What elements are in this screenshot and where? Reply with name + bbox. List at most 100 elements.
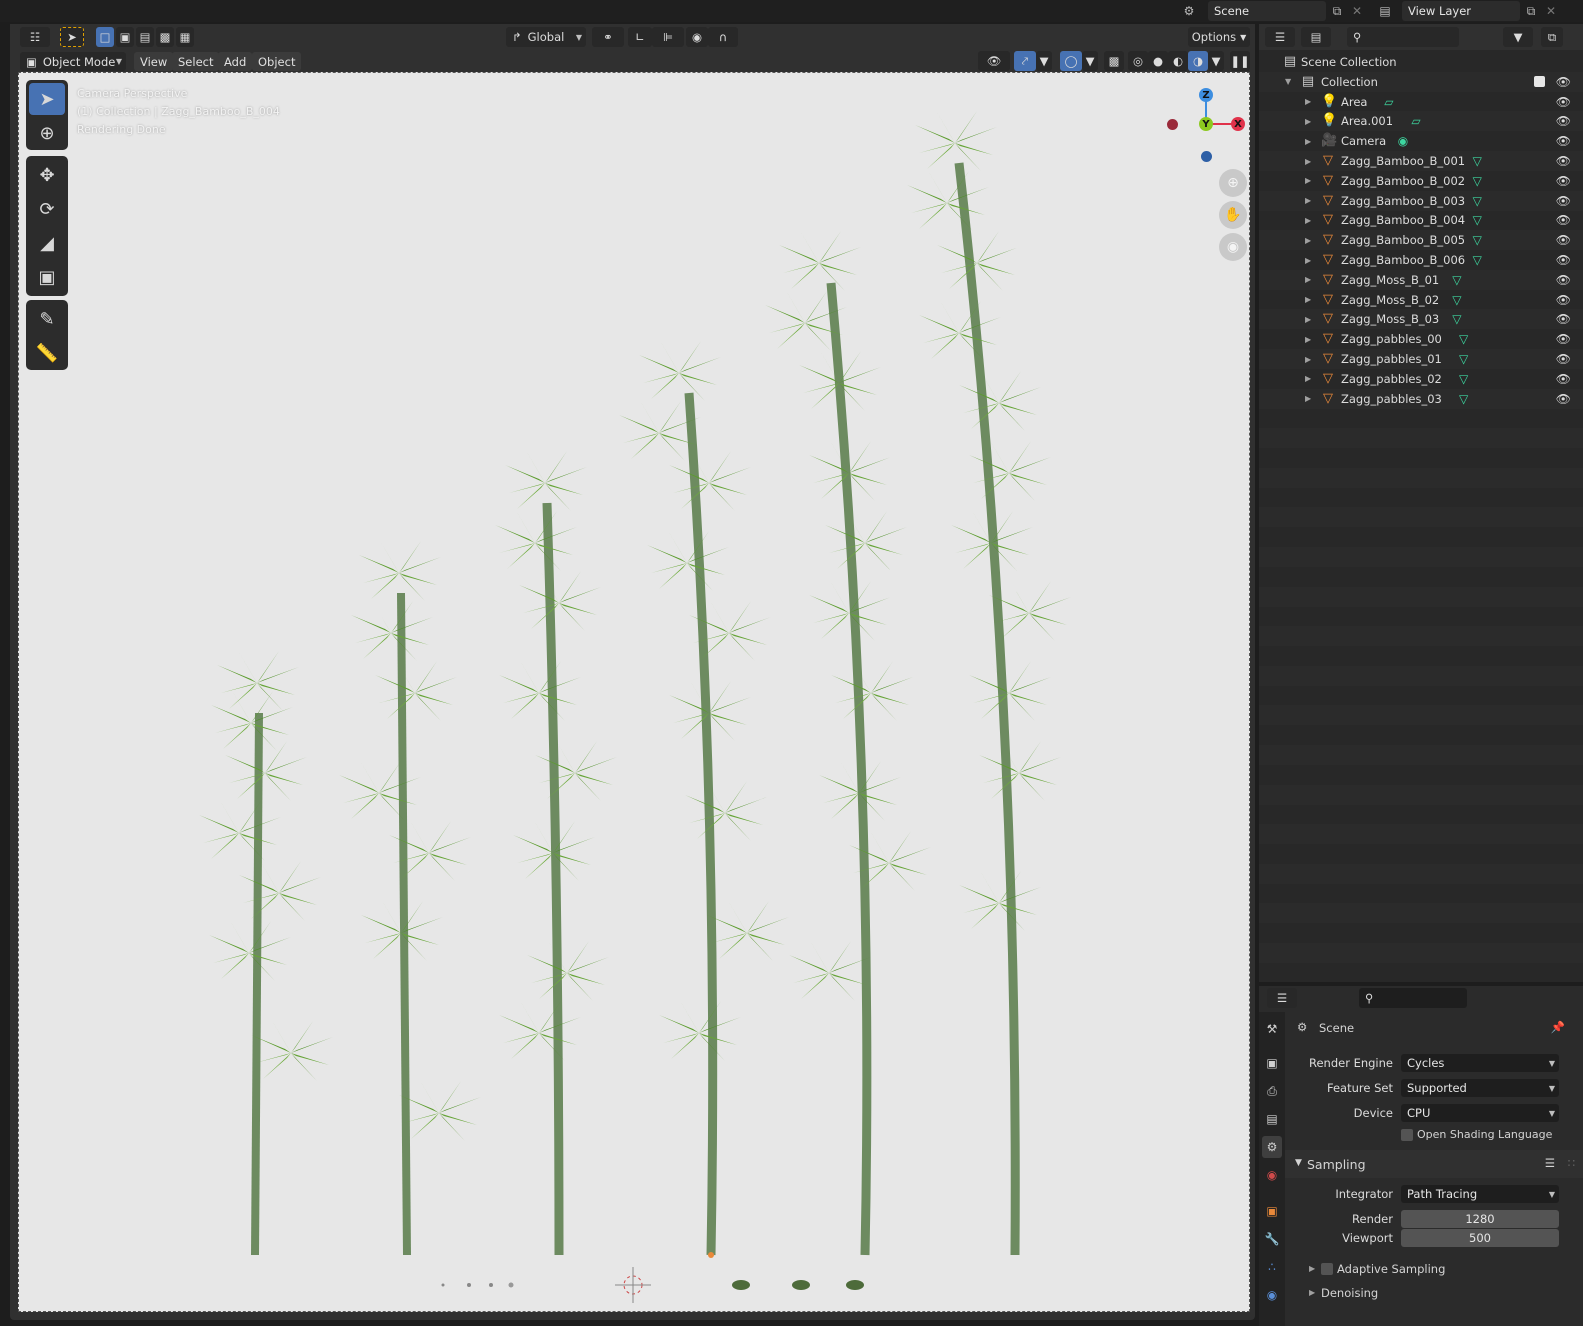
mesh-data-icon[interactable]: ▽ [1473,154,1482,168]
proportional-edit-toggle[interactable]: ◉ [686,27,708,47]
select-mode-new-icon[interactable]: □ [96,27,114,47]
mesh-data-icon[interactable]: ▽ [1459,392,1468,406]
collection-row[interactable]: ▼ ▤ Collection 👁 [1259,72,1583,92]
neg-z-axis-handle[interactable] [1201,151,1212,162]
pin-icon[interactable]: 📌 [1551,1020,1565,1034]
outliner-item-row[interactable]: ▶ ▽ Zagg_Bamboo_B_004 ▽ 👁 [1259,210,1583,230]
mesh-data-icon[interactable]: ▽ [1452,312,1461,326]
viewport-samples-field[interactable]: 500 [1401,1229,1559,1247]
exclude-checkbox[interactable] [1534,76,1545,88]
close-scene-icon[interactable]: ✕ [1348,2,1366,20]
presets-list-icon[interactable]: ☰ [1545,1156,1555,1170]
scene-collection-row[interactable]: ▤ Scene Collection [1259,52,1583,72]
select-box-tool-icon[interactable]: ➤ [29,83,65,115]
object-mode-dropdown[interactable]: ▣ Object Mode ▼ [20,52,126,71]
shading-wireframe-icon[interactable]: ◎ [1128,51,1148,71]
eye-icon[interactable]: 👁 [1556,213,1571,227]
expand-triangle-icon[interactable]: ▶ [1305,117,1311,126]
editor-type-button[interactable]: ☷ [20,27,50,47]
expand-triangle-icon[interactable]: ▶ [1305,355,1311,364]
outliner-item-row[interactable]: ▶ ▽ Zagg_pabbles_00 ▽ 👁 [1259,329,1583,349]
expand-triangle-icon[interactable]: ▶ [1305,236,1311,245]
transform-orientation-dropdown[interactable]: ↱ Global ▼ [506,27,586,47]
adaptive-sampling-checkbox[interactable] [1321,1263,1333,1275]
outliner-item-row[interactable]: ▶ ▽ Zagg_Bamboo_B_005 ▽ 👁 [1259,230,1583,250]
mesh-data-icon[interactable]: ▽ [1459,352,1468,366]
move-tool-icon[interactable]: ✥ [29,159,65,191]
outliner-item-row[interactable]: ▶ ▽ Zagg_pabbles_02 ▽ 👁 [1259,369,1583,389]
modifier-tab-icon[interactable]: 🔧 [1262,1228,1282,1250]
denoising-label[interactable]: Denoising [1321,1286,1378,1300]
viewport-canvas[interactable]: Camera Perspective (1) Collection | Zagg… [18,72,1250,1312]
outliner-item-row[interactable]: ▶ ▽ Zagg_Bamboo_B_001 ▽ 👁 [1259,151,1583,171]
eye-icon[interactable]: 👁 [1556,253,1571,267]
scene-icon[interactable]: ⚙ [1180,2,1198,20]
pivot-point-dropdown[interactable]: ⚭ [592,27,624,47]
pause-render-button[interactable]: ❚❚ [1230,51,1250,71]
measure-tool-icon[interactable]: 📏 [29,337,65,369]
device-dropdown[interactable]: CPU ▼ [1401,1104,1559,1122]
eye-icon[interactable]: 👁 [1556,293,1571,307]
select-mode-invert-icon[interactable]: ▩ [156,27,174,47]
z-axis-handle[interactable]: Z [1199,88,1213,102]
eye-icon[interactable]: 👁 [1556,312,1571,326]
expand-triangle-icon[interactable]: ▼ [1285,77,1291,86]
outliner-item-row[interactable]: ▶ 💡 Area ▱ 👁 [1259,92,1583,112]
annotate-tool-icon[interactable]: ✎ [29,303,65,335]
eye-icon[interactable]: 👁 [1556,352,1571,366]
x-axis-handle[interactable]: X [1231,117,1245,131]
eye-icon[interactable]: 👁 [1556,114,1571,128]
expand-triangle-icon[interactable]: ▶ [1305,137,1311,146]
outliner-editor-type-button[interactable]: ☰ [1265,27,1295,47]
outliner-item-row[interactable]: ▶ ▽ Zagg_Bamboo_B_006 ▽ 👁 [1259,250,1583,270]
new-collection-icon[interactable]: ⧉ [1541,27,1563,47]
pan-hand-icon[interactable]: ✋ [1219,201,1247,229]
select-mode-extend-icon[interactable]: ▣ [116,27,134,47]
view-layer-selector[interactable]: View Layer [1402,1,1520,21]
transform-tool-icon[interactable]: ▣ [29,261,65,293]
cursor-tool-icon[interactable]: ⊕ [29,117,65,149]
visibility-dropdown[interactable]: 👁 [978,51,1010,71]
outliner-item-row[interactable]: ▶ 💡 Area.001 ▱ 👁 [1259,111,1583,131]
gizmo-toggle[interactable]: ⤤ [1014,51,1036,71]
outliner-item-row[interactable]: ▶ ▽ Zagg_Moss_B_01 ▽ 👁 [1259,270,1583,290]
eye-icon[interactable]: 👁 [1556,392,1571,406]
drag-handle-icon[interactable]: ∷ [1568,1156,1575,1170]
feature-set-dropdown[interactable]: Supported ▼ [1401,1079,1559,1097]
expand-triangle-icon[interactable]: ▶ [1305,275,1311,284]
display-mode-dropdown[interactable]: ▤ [1301,27,1331,47]
expand-triangle-icon[interactable]: ▶ [1305,176,1311,185]
eye-icon[interactable]: 👁 [1556,332,1571,346]
expand-triangle-icon[interactable]: ▶ [1305,394,1311,403]
outliner-item-row[interactable]: ▶ ▽ Zagg_pabbles_01 ▽ 👁 [1259,349,1583,369]
menu-object[interactable]: Object [252,52,302,71]
scene-selector[interactable]: Scene [1208,1,1326,21]
output-tab-icon[interactable]: ⎙ [1262,1080,1282,1102]
menu-select[interactable]: Select [172,52,220,71]
sampling-section-header[interactable]: ▼ Sampling ☰ ∷ [1285,1150,1583,1178]
camera-data-icon[interactable]: ◉ [1398,134,1408,148]
mesh-data-icon[interactable]: ▽ [1459,332,1468,346]
shading-solid-icon[interactable]: ● [1148,51,1168,71]
expand-triangle-icon[interactable]: ▶ [1305,256,1311,265]
integrator-dropdown[interactable]: Path Tracing ▼ [1401,1185,1559,1203]
outliner-item-row[interactable]: ▶ ▽ Zagg_pabbles_03 ▽ 👁 [1259,389,1583,409]
new-view-layer-icon[interactable]: ⧉ [1522,2,1540,20]
proportional-falloff-dropdown[interactable]: ∩ [708,27,738,47]
expand-triangle-icon[interactable]: ▶ [1305,97,1311,106]
mesh-data-icon[interactable]: ▽ [1473,213,1482,227]
options-dropdown[interactable]: Options ▼ [1188,27,1250,47]
mesh-data-icon[interactable]: ▽ [1459,372,1468,386]
filter-dropdown[interactable]: ▼ [1503,27,1533,47]
select-mode-subtract-icon[interactable]: ▤ [136,27,154,47]
render-tab-icon[interactable]: ▣ [1262,1052,1282,1074]
properties-search-field[interactable]: ⚲ [1359,988,1467,1008]
snap-target-dropdown[interactable]: ⊫ [652,27,684,47]
mesh-data-icon[interactable]: ▽ [1473,233,1482,247]
physics-tab-icon[interactable]: ◉ [1262,1284,1282,1306]
outliner-search-field[interactable]: ⚲ [1347,27,1459,47]
menu-add[interactable]: Add [218,52,253,71]
overlays-dropdown[interactable]: ▼ [1082,51,1098,71]
mesh-data-icon[interactable]: ▽ [1473,174,1482,188]
zoom-icon[interactable]: ⊕ [1219,169,1247,197]
